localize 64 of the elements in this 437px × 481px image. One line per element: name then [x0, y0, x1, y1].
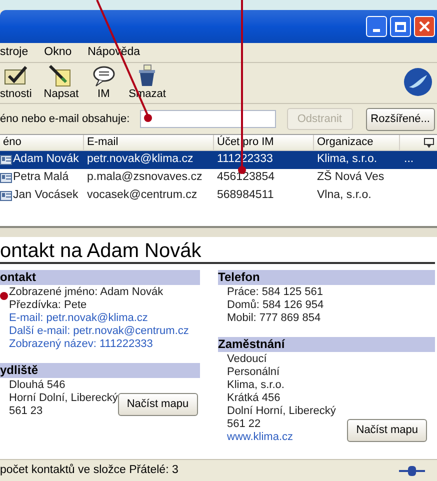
table-cell-text: petr.novak@klima.cz	[86, 152, 194, 168]
contact-detail: Práce: 584 125 561	[227, 286, 324, 299]
contact-detail: Krátká 456	[227, 392, 282, 405]
menu-item[interactable]: stroje	[0, 44, 28, 62]
maximize-button[interactable]	[390, 16, 411, 37]
table-cell-text: Adam Novák	[13, 152, 79, 168]
column-header[interactable]: E-mail	[84, 135, 214, 150]
close-button[interactable]	[414, 16, 435, 37]
minimize-button[interactable]	[366, 16, 387, 37]
speech-bubble-icon	[90, 64, 117, 88]
online-plug-icon	[399, 464, 425, 476]
table-cell-text: Jan Vocásek	[13, 188, 78, 204]
annotation-dot	[0, 292, 8, 300]
contact-detail: Vedoucí	[227, 353, 268, 366]
section-heading: Zaměstnání	[218, 337, 435, 352]
table-cell-text: 456123854	[216, 170, 276, 186]
toolbar-button[interactable]: stnosti	[0, 64, 32, 101]
menu-item[interactable]: Okno	[44, 44, 72, 62]
contact-card-icon	[0, 191, 12, 201]
contact-link[interactable]: Zobrazený název: 111222333	[9, 338, 189, 351]
table-cell-text: ...	[403, 152, 414, 168]
contact-link[interactable]: E-mail: petr.novak@klima.cz	[9, 312, 189, 325]
contact-detail: Dlouhá 546	[9, 379, 66, 392]
contact-detail: 561 23	[9, 405, 44, 418]
status-text: počet kontaktů ve složce Přátelé: 3	[0, 462, 178, 478]
contact-detail: 561 22	[227, 418, 262, 431]
close-icon	[419, 21, 430, 32]
load-map-button[interactable]: Načíst mapu	[118, 393, 198, 416]
table-cell-text: ZŠ Nová Ves	[316, 169, 386, 186]
table-cell-text: 568984511	[216, 188, 275, 204]
column-header[interactable]: Účet pro IM	[214, 135, 314, 150]
contact-detail: Personální	[227, 366, 281, 379]
column-header[interactable]: éno	[0, 135, 84, 150]
table-row[interactable]: Jan Vocásek vocasek@centrum.cz 568984511 Vlna, s.r.o.	[0, 187, 437, 205]
search-label: éno nebo e-mail obsahuje:	[0, 112, 130, 127]
section-heading: ontakt	[0, 270, 200, 285]
advanced-button[interactable]: Rozšířené...	[366, 108, 435, 130]
load-map-button[interactable]: Načíst mapu	[347, 419, 427, 442]
table-row[interactable]: Petra Malá p.mala@zsnovaves.cz 456123854 ZŠ Nová Ves	[0, 169, 437, 187]
contact-title: ontakt na Adam Novák	[0, 240, 435, 264]
contact-detail: Přezdívka: Pete	[9, 299, 88, 312]
toolbar-button[interactable]: IM	[90, 64, 117, 101]
section-heading: Telefon	[218, 270, 435, 285]
contact-card-icon	[0, 155, 12, 165]
bird-logo-icon	[403, 67, 433, 97]
contact-detail: Domů: 584 126 954	[227, 299, 324, 312]
contact-card-icon	[0, 173, 12, 183]
table-cell-text: Klima, s.r.o.	[316, 152, 378, 168]
column-header[interactable]: Organizace	[314, 135, 400, 150]
contact-detail: Dolní Horní, Liberecký	[227, 405, 336, 418]
contact-detail: Horní Dolní, Liberecký	[9, 392, 118, 405]
table-cell-text: vocasek@centrum.cz	[86, 188, 198, 204]
column-picker-icon[interactable]	[424, 138, 434, 148]
table-cell-text: Vlna, s.r.o.	[316, 188, 372, 204]
contact-link[interactable]: Další e-mail: petr.novak@centrum.cz	[9, 325, 189, 338]
splitter[interactable]	[0, 226, 437, 237]
table-cell-text: Petra Malá	[13, 170, 69, 186]
contact-detail: Mobil: 777 869 854	[227, 312, 322, 325]
contact-link[interactable]: www.klima.cz	[227, 431, 336, 444]
contact-detail: Klima, s.r.o.	[227, 379, 286, 392]
table-cell-text: p.mala@zsnovaves.cz	[86, 170, 204, 186]
section-heading: ydliště	[0, 363, 200, 378]
contact-detail: Zobrazené jméno: Adam Novák	[9, 286, 164, 299]
toolbar-button[interactable]: Napsat	[44, 64, 79, 101]
